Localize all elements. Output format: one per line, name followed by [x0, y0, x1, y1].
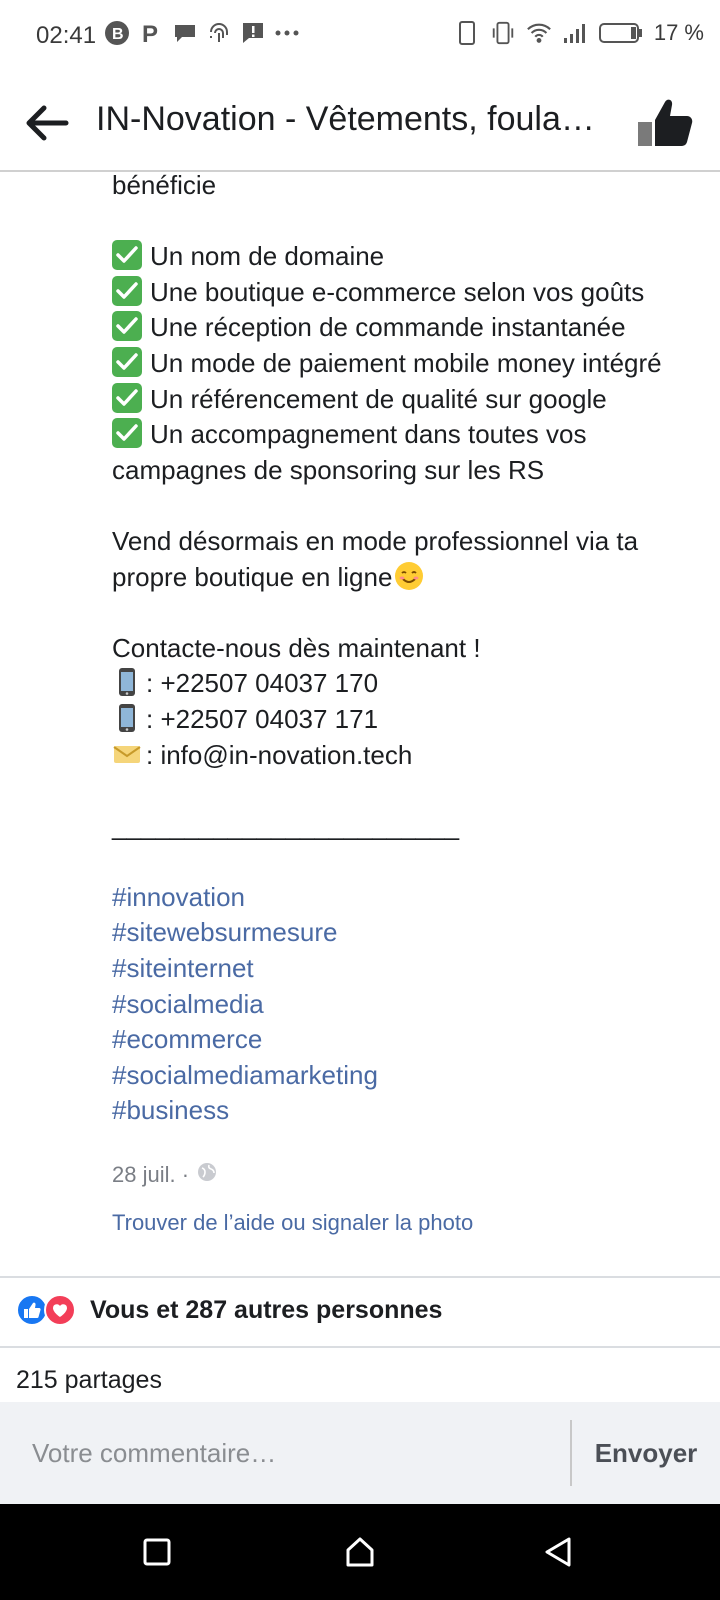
feature-item: Un référencement de qualité sur google	[112, 382, 712, 418]
feature-item: Une réception de commande instantanée	[112, 310, 712, 346]
phone-number[interactable]: : +22507 04037 171	[146, 704, 378, 734]
post-text-line: bénéficie	[112, 170, 217, 200]
svg-text:B: B	[112, 26, 124, 43]
globe-icon	[197, 1162, 217, 1188]
check-mark-icon	[112, 275, 142, 306]
feature-text: Un nom de domaine	[150, 241, 385, 272]
battery-percentage: 17 %	[653, 20, 704, 45]
check-mark-icon	[112, 418, 142, 449]
wifi-icon	[526, 20, 552, 46]
feature-text: Un référencement de qualité sur google	[150, 383, 607, 414]
contact-heading: Contacte-nous dès maintenant !	[112, 632, 481, 663]
feature-item: Un mode de paiement mobile money intégré	[112, 346, 712, 382]
back-button[interactable]	[22, 98, 72, 148]
status-time: 02:41	[36, 22, 97, 49]
more-dots-icon	[274, 20, 300, 46]
comment-bar: Envoyer	[0, 1402, 720, 1504]
phone-number[interactable]: : +22507 04037 170	[146, 668, 378, 698]
check-mark-icon	[112, 382, 142, 413]
post-body: bénéficie Un nom de domaine Une boutique…	[112, 168, 712, 1129]
hashtag-link[interactable]: #ecommerce	[112, 1022, 712, 1058]
thumbs-up-icon	[638, 99, 693, 146]
text-divider: ________________________	[112, 810, 460, 841]
incoming-envelope-icon	[112, 739, 142, 769]
battery-icon	[598, 20, 644, 46]
check-mark-icon	[112, 311, 142, 342]
shares-count[interactable]: 215 partages	[16, 1366, 162, 1395]
phone-line: : +22507 04037 170	[112, 666, 712, 702]
reactions-summary[interactable]: Vous et 287 autres personnes	[16, 1294, 442, 1326]
feature-text: Une boutique e-commerce selon vos goûts	[150, 276, 645, 307]
hashtag-link[interactable]: #business	[112, 1093, 712, 1129]
check-mark-icon	[112, 240, 142, 271]
p-icon: P	[138, 20, 164, 46]
feature-text: Un accompagnement dans toutes vos	[150, 419, 587, 450]
email-line: : info@in-novation.tech	[112, 738, 712, 774]
alert-message-icon	[240, 20, 266, 46]
feature-item: Un accompagnement dans toutes vos	[112, 417, 712, 453]
back-nav-button[interactable]	[534, 1528, 582, 1576]
pitch-line: propre boutique en ligne	[112, 560, 712, 596]
report-photo-link[interactable]: Trouver de l’aide ou signaler la photo	[112, 1210, 473, 1236]
pitch-line: Vend désormais en mode professionnel via…	[112, 525, 639, 556]
b-circle-icon: B	[104, 20, 130, 46]
phone-line: : +22507 04037 171	[112, 702, 712, 738]
notification-icons: B P	[104, 20, 300, 46]
hashtag-link[interactable]: #innovation	[112, 880, 712, 916]
system-icons: 17 %	[454, 20, 704, 46]
pitch-text: propre boutique en ligne	[112, 561, 393, 592]
vibrate-icon	[490, 20, 516, 46]
smiling-face-icon	[394, 561, 424, 591]
check-mark-icon	[112, 346, 142, 377]
recent-apps-button[interactable]	[133, 1528, 181, 1576]
feature-item: Une boutique e-commerce selon vos goûts	[112, 275, 712, 311]
send-comment-button[interactable]: Envoyer	[572, 1402, 720, 1504]
header: IN-Novation - Vêtements, foulards et acc…	[0, 72, 720, 172]
status-bar: 02:41 B P 17 %	[0, 0, 720, 72]
divider	[0, 1346, 720, 1348]
page-title: IN-Novation - Vêtements, foulards et acc…	[96, 100, 606, 138]
email-address[interactable]: : info@in-novation.tech	[146, 740, 412, 770]
hashtag-link[interactable]: #sitewebsurmesure	[112, 915, 712, 951]
phone-icon	[454, 20, 480, 46]
fingerprint-icon	[206, 20, 232, 46]
hashtag-link[interactable]: #siteinternet	[112, 951, 712, 987]
post-meta: 28 juil. ·	[112, 1162, 217, 1188]
comment-input[interactable]	[0, 1402, 570, 1504]
chat-bubble-icon	[172, 20, 198, 46]
feature-continuation: campagnes de sponsoring sur les RS	[112, 454, 545, 485]
hashtag-link[interactable]: #socialmediamarketing	[112, 1058, 712, 1094]
mobile-phone-icon	[112, 703, 142, 733]
back-arrow-icon	[26, 105, 69, 141]
back-triangle-icon	[545, 1537, 571, 1567]
feature-text: Une réception de commande instantanée	[150, 312, 626, 343]
svg-text:P: P	[142, 21, 158, 46]
mobile-phone-icon	[112, 667, 142, 697]
hashtag-link[interactable]: #socialmedia	[112, 987, 712, 1023]
recent-apps-icon	[143, 1538, 171, 1566]
love-reaction-icon	[44, 1294, 76, 1326]
signal-icon	[562, 20, 588, 46]
feature-item: Un nom de domaine	[112, 239, 712, 275]
post-date[interactable]: 28 juil. ·	[112, 1162, 189, 1188]
system-nav-bar	[0, 1504, 720, 1600]
like-page-button[interactable]	[632, 94, 698, 152]
home-icon	[346, 1537, 374, 1567]
home-button[interactable]	[336, 1528, 384, 1576]
reactions-text: Vous et 287 autres personnes	[90, 1295, 443, 1324]
divider	[0, 1276, 720, 1278]
feature-text: Un mode de paiement mobile money intégré	[150, 347, 662, 378]
